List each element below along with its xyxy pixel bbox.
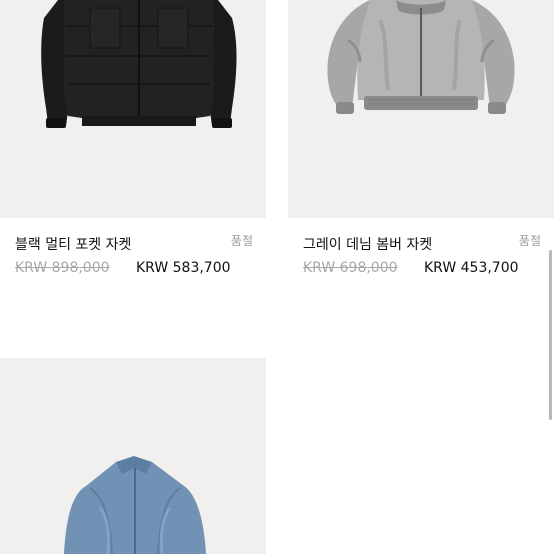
soldout-badge: 품절: [230, 234, 253, 248]
product-card-grey-denim-bomber-jacket[interactable]: 그레이 데님 봄버 자켓 품절 KRW 698,000 KRW 453,700: [288, 0, 554, 288]
blue-denim-jacket-image: [64, 456, 206, 554]
product-info: 블랙 멀티 포켓 자켓 품절 KRW 898,000 KRW 583,700: [0, 218, 266, 288]
product-image[interactable]: [0, 358, 266, 554]
product-name[interactable]: 블랙 멀티 포켓 자켓: [15, 234, 131, 254]
product-image[interactable]: [0, 0, 266, 218]
product-info: 그레이 데님 봄버 자켓 품절 KRW 698,000 KRW 453,700: [288, 218, 554, 288]
product-card-black-multi-pocket-jacket[interactable]: 블랙 멀티 포켓 자켓 품절 KRW 898,000 KRW 583,700: [0, 0, 266, 288]
soldout-badge: 품절: [518, 234, 541, 248]
black-jacket-image: [41, 0, 237, 128]
original-price: KRW 698,000: [303, 260, 398, 276]
original-price: KRW 898,000: [15, 260, 110, 276]
grey-denim-bomber-image: [327, 0, 515, 114]
product-image[interactable]: [288, 0, 554, 218]
product-card-blue-denim-jacket[interactable]: [0, 358, 266, 554]
page-scrollbar[interactable]: [549, 250, 552, 420]
product-name[interactable]: 그레이 데님 봄버 자켓: [303, 234, 432, 254]
sale-price: KRW 583,700: [136, 260, 231, 276]
sale-price: KRW 453,700: [424, 260, 519, 276]
